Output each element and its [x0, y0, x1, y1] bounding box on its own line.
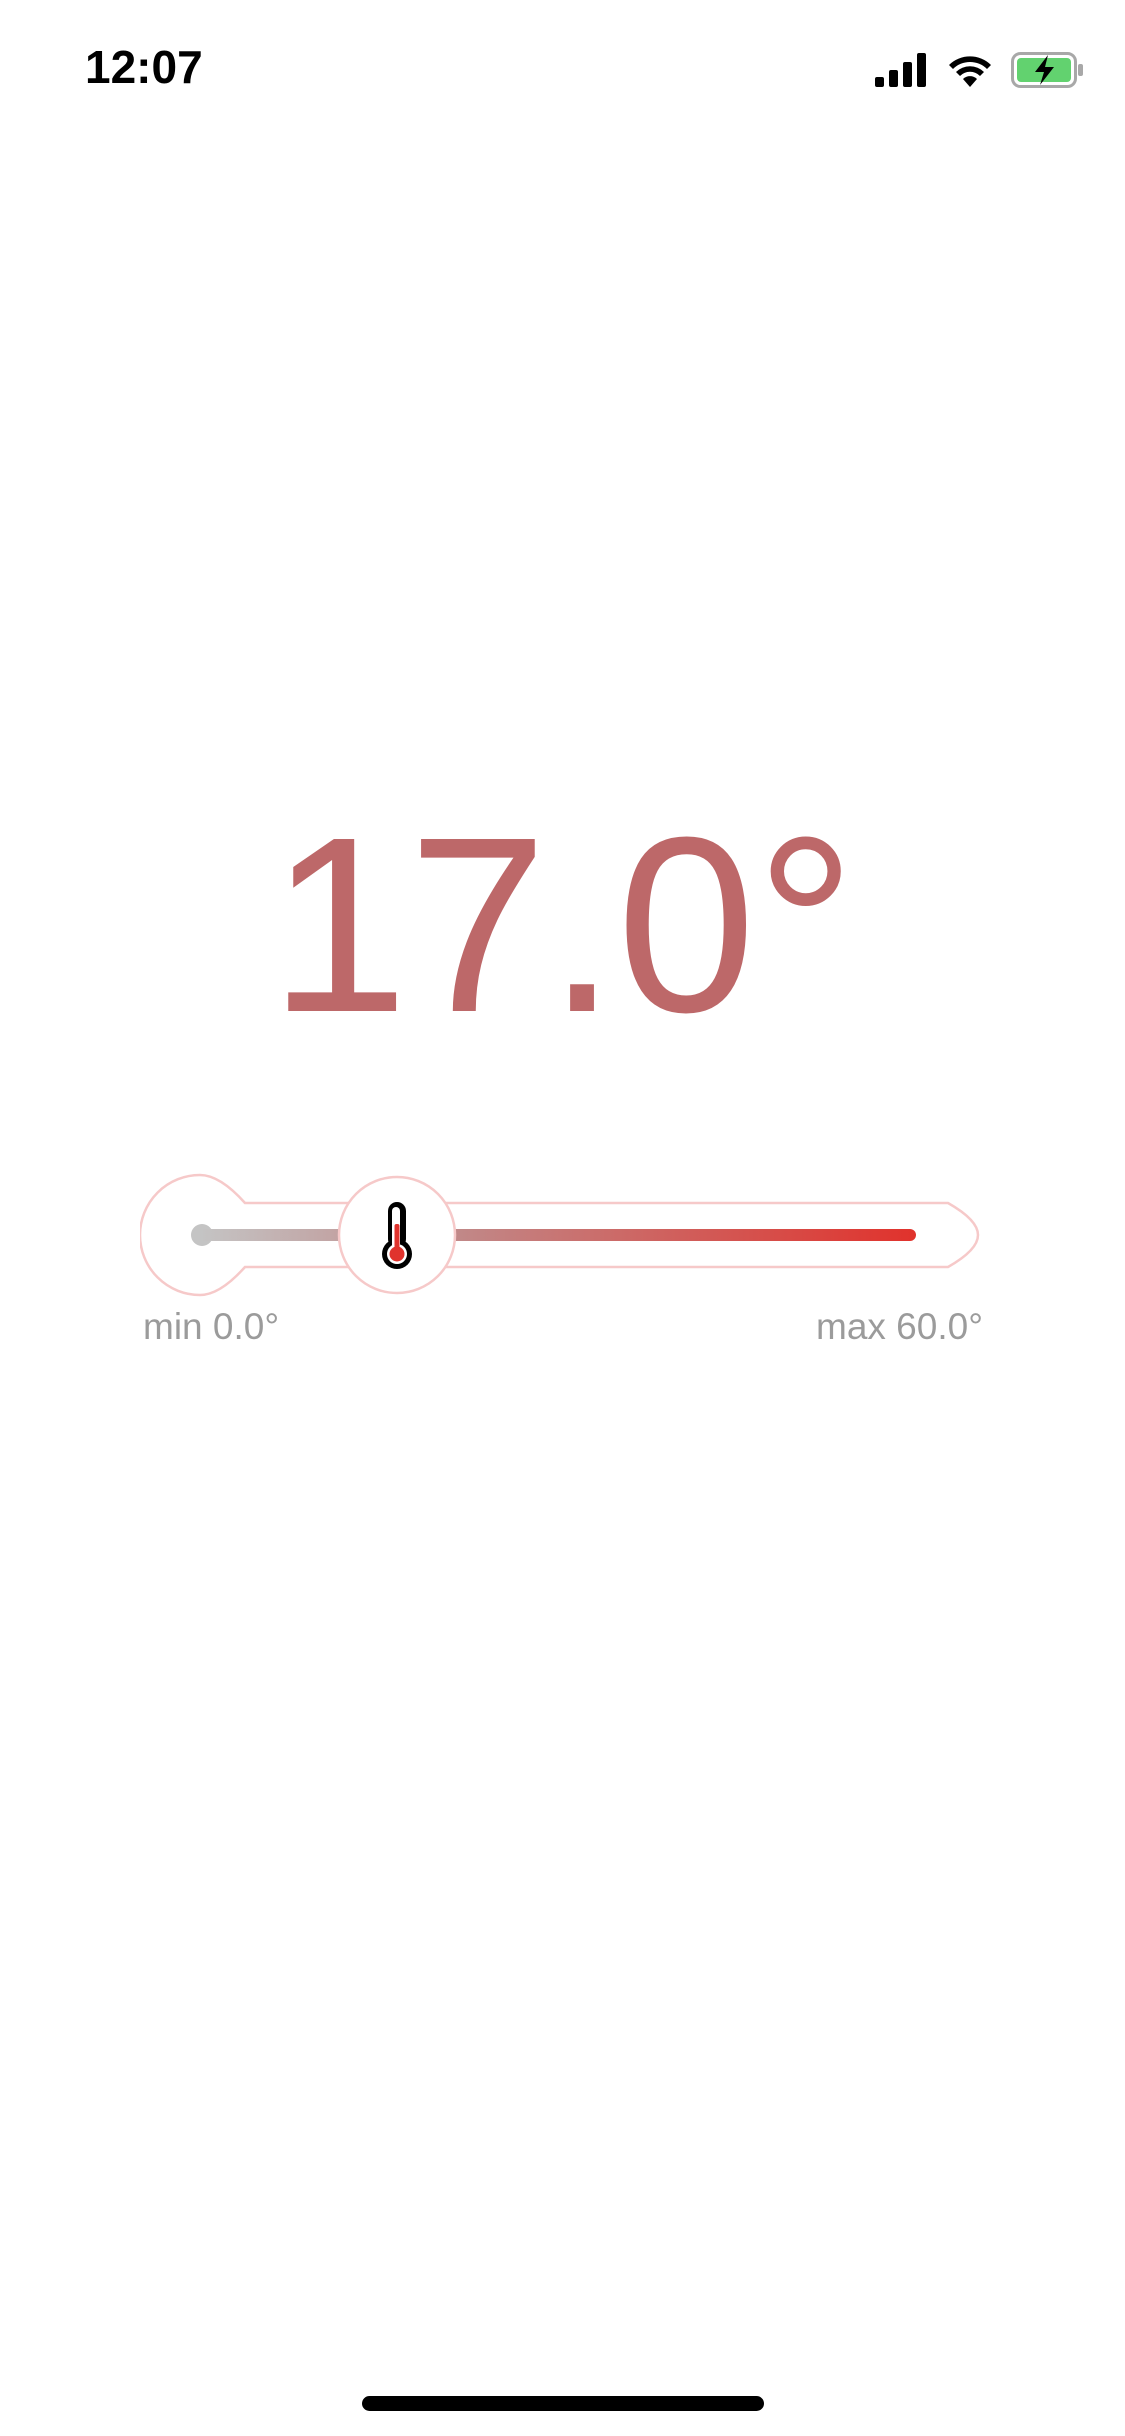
status-bar: 12:07 [0, 0, 1125, 130]
slider-graphic [140, 1173, 980, 1297]
home-indicator[interactable] [362, 2396, 764, 2411]
status-time: 12:07 [85, 41, 203, 93]
temperature-readout: 17.0° [269, 785, 856, 1064]
status-icons [875, 48, 1085, 92]
max-label: max 60.0° [816, 1306, 983, 1347]
slider-knob[interactable] [337, 1175, 457, 1295]
wifi-icon [949, 56, 991, 87]
min-label: min 0.0° [143, 1306, 280, 1347]
battery-charging-icon [1011, 52, 1083, 88]
temperature-slider[interactable] [140, 1170, 980, 1300]
signal-icon [875, 53, 926, 87]
